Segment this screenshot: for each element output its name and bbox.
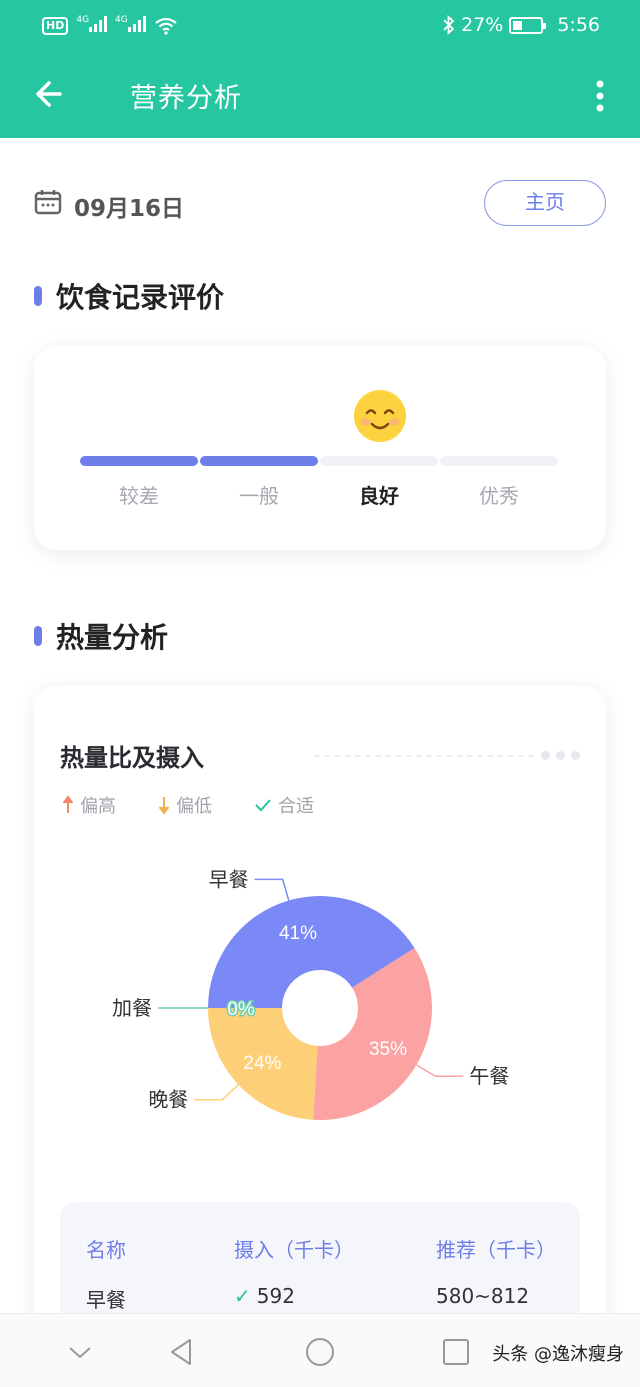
battery-percent: 27%	[461, 14, 504, 36]
section-marker	[34, 286, 42, 306]
decorative-dots	[541, 751, 580, 760]
label-dinner: 晚餐	[148, 1089, 188, 1112]
table-cell-name: 早餐	[86, 1288, 126, 1312]
bluetooth-icon	[443, 15, 455, 35]
section-marker	[34, 626, 42, 646]
check-icon: ✓	[234, 1284, 251, 1308]
page-title: 营养分析	[130, 83, 242, 114]
pct-lunch: 35%	[369, 1039, 407, 1060]
clock: 5:56	[557, 14, 600, 36]
rating-bar	[80, 456, 558, 466]
leader-line	[416, 1064, 464, 1077]
rating-labels: 较差 一般 良好 优秀	[80, 480, 558, 509]
rating-segment	[440, 456, 558, 466]
chart-legend: 偏高 偏低 合适	[62, 792, 314, 818]
section-title-text: 饮食记录评价	[56, 281, 225, 314]
table-header-name: 名称	[86, 1238, 126, 1262]
table-cell-intake: ✓ 592	[234, 1284, 295, 1308]
home-button[interactable]: 主页	[484, 180, 606, 226]
legend-high: 偏高	[62, 792, 116, 818]
top-app-bar: 营养分析	[0, 54, 640, 138]
table-header-recommended: 推荐（千卡）	[436, 1238, 556, 1262]
wifi-icon	[155, 17, 177, 35]
rating-segment	[80, 456, 198, 466]
signal-icon: 4G	[115, 15, 146, 37]
diet-rating-card: 较差 一般 良好 优秀	[34, 346, 606, 550]
calendar-icon[interactable]	[34, 188, 62, 216]
legend-ok: 合适	[254, 792, 314, 818]
battery-icon	[509, 16, 547, 34]
section-title-diet: 饮食记录评价	[34, 276, 224, 316]
rating-segment	[200, 456, 318, 466]
rating-label-poor: 较差	[119, 484, 159, 508]
check-icon	[255, 799, 271, 812]
more-vertical-icon[interactable]	[590, 76, 610, 116]
table-header-intake: 摄入（千卡）	[234, 1238, 354, 1262]
app-header: HD 4G 4G 27% 5:56 营养分析	[0, 0, 640, 138]
arrow-up-icon	[62, 795, 74, 813]
label-breakfast: 早餐	[209, 868, 249, 891]
leader-line	[254, 878, 290, 901]
label-lunch: 午餐	[469, 1065, 509, 1088]
back-arrow-icon[interactable]	[30, 74, 70, 114]
pct-snack: 0%	[227, 999, 255, 1020]
recents-square-icon[interactable]	[440, 1336, 472, 1368]
pct-breakfast: 41%	[279, 923, 317, 944]
rating-label-good: 良好	[359, 484, 399, 508]
section-title-heat: 热量分析	[34, 616, 168, 656]
date-bar: 09月16日 主页	[34, 180, 606, 228]
chevron-down-icon[interactable]	[64, 1336, 96, 1368]
chart-title: 热量比及摄入	[60, 744, 204, 772]
arrow-down-icon	[158, 797, 170, 815]
meal-calorie-pie-chart: 41% 早餐 35% 午餐 24% 晚餐 0% 加餐	[112, 868, 509, 1120]
leader-line	[194, 1084, 239, 1101]
back-triangle-icon[interactable]	[166, 1336, 198, 1368]
legend-low: 偏低	[158, 792, 212, 818]
smiley-icon	[354, 390, 406, 442]
pct-dinner: 24%	[243, 1053, 281, 1074]
section-title-text: 热量分析	[56, 621, 169, 654]
date-label[interactable]: 09月16日	[74, 189, 184, 223]
rating-label-fair: 一般	[239, 484, 279, 508]
label-snack: 加餐	[112, 997, 152, 1020]
heat-analysis-card: 热量比及摄入 偏高 偏低 合适 41% 早餐 35% 午餐 24% 晚餐 0% 加餐 名称 摄…	[34, 686, 606, 1387]
dashed-divider	[314, 755, 534, 757]
rating-label-excellent: 优秀	[479, 484, 519, 508]
signal-icon: 4G	[76, 15, 108, 37]
system-nav-bar: 头条 @逸沐瘦身	[0, 1313, 640, 1387]
table-cell-recommended: 580~812	[436, 1284, 530, 1308]
hd-badge: HD	[42, 17, 69, 35]
watermark: 头条 @逸沐瘦身	[492, 1344, 624, 1365]
rating-segment	[320, 456, 438, 466]
home-circle-icon[interactable]	[304, 1336, 336, 1368]
status-bar: HD 4G 4G 27% 5:56	[0, 0, 640, 54]
